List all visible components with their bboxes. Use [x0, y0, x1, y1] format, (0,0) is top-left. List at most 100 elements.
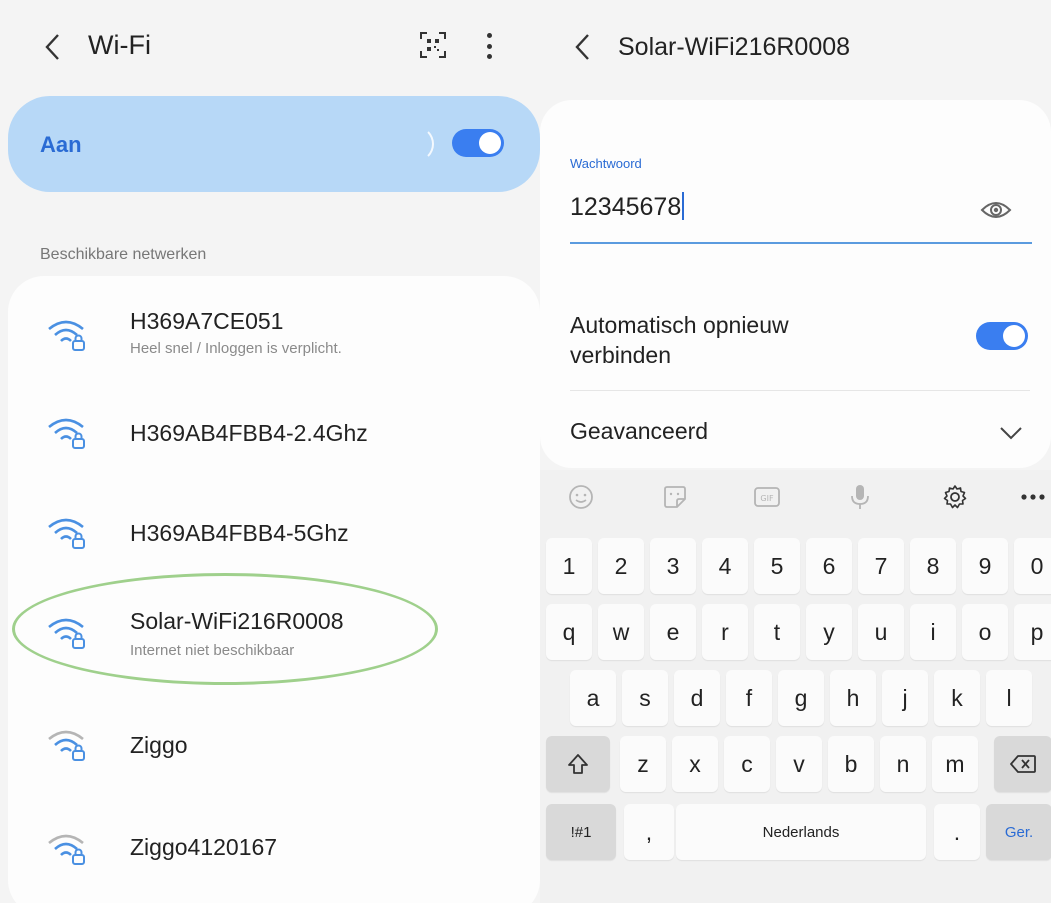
page-title: Solar-WiFi216R0008	[618, 33, 851, 61]
key-s[interactable]: s	[622, 670, 668, 726]
back-button[interactable]	[566, 30, 600, 64]
network-item-h369ab4fbb4-2-4ghz[interactable]: H369AB4FBB4-2.4Ghz	[8, 384, 540, 484]
key-x[interactable]: x	[672, 736, 718, 792]
chevron-left-icon	[575, 34, 589, 60]
divider	[570, 390, 1030, 391]
network-name: Ziggo4120167	[130, 834, 278, 860]
key-6[interactable]: 6	[806, 538, 852, 594]
password-input[interactable]: 12345678	[570, 192, 685, 222]
wifi-secured-weak-icon	[48, 730, 85, 761]
network-status: Internet niet beschikbaar	[130, 642, 295, 659]
microphone-icon[interactable]	[845, 482, 875, 512]
gif-icon[interactable]: GIF	[752, 482, 782, 512]
key-m[interactable]: m	[932, 736, 978, 792]
backspace-key[interactable]	[994, 736, 1051, 792]
key-p[interactable]: p	[1014, 604, 1051, 660]
network-status: Heel snel / Inloggen is verplicht.	[130, 340, 342, 357]
more-icon[interactable]	[1018, 482, 1048, 512]
key-y[interactable]: y	[806, 604, 852, 660]
gear-icon[interactable]	[940, 482, 970, 512]
wifi-master-toggle-row[interactable]: Aan	[8, 96, 540, 192]
key-h[interactable]: h	[830, 670, 876, 726]
key-r[interactable]: r	[702, 604, 748, 660]
wifi-secured-icon	[48, 618, 85, 649]
network-detail-screen: Solar-WiFi216R0008 Wachtwoord 12345678 A…	[540, 0, 1051, 903]
key-o[interactable]: o	[962, 604, 1008, 660]
wifi-secured-weak-icon	[48, 834, 85, 865]
show-password-icon[interactable]	[980, 198, 1012, 222]
backspace-icon	[1010, 755, 1036, 773]
key-0[interactable]: 0	[1014, 538, 1051, 594]
period-key[interactable]: .	[934, 804, 980, 860]
wifi-on-label: Aan	[40, 132, 82, 157]
password-value: 12345678	[570, 193, 682, 221]
header: Wi-Fi	[0, 0, 546, 96]
key-4[interactable]: 4	[702, 538, 748, 594]
key-l[interactable]: l	[986, 670, 1032, 726]
key-g[interactable]: g	[778, 670, 824, 726]
svg-text:GIF: GIF	[760, 494, 774, 503]
network-item-ziggo4120167[interactable]: Ziggo4120167	[8, 796, 540, 896]
shift-key[interactable]	[546, 736, 610, 792]
network-item-h369a7ce051[interactable]: H369A7CE051 Heel snel / Inloggen is verp…	[8, 290, 540, 390]
more-options-icon[interactable]	[478, 30, 500, 62]
password-label: Wachtwoord	[570, 156, 642, 171]
network-name: H369AB4FBB4-5Ghz	[130, 520, 349, 546]
comma-key[interactable]: ,	[624, 804, 674, 860]
key-d[interactable]: d	[674, 670, 720, 726]
key-j[interactable]: j	[882, 670, 928, 726]
wifi-list-screen: Wi-Fi Aan Beschikbare netwerken H369A7CE…	[0, 0, 546, 903]
key-v[interactable]: v	[776, 736, 822, 792]
network-name: H369A7CE051	[130, 308, 284, 334]
symbols-key[interactable]: !#1	[546, 804, 616, 860]
key-1[interactable]: 1	[546, 538, 592, 594]
password-underline	[570, 242, 1032, 244]
chevron-left-icon	[45, 34, 59, 60]
wifi-toggle[interactable]	[452, 129, 504, 157]
network-list: H369A7CE051 Heel snel / Inloggen is verp…	[8, 276, 540, 903]
soft-keyboard: GIF 1 2 3 4 5 6 7 8 9 0 q w e r t y u i …	[540, 470, 1051, 903]
key-n[interactable]: n	[880, 736, 926, 792]
key-3[interactable]: 3	[650, 538, 696, 594]
network-name: Ziggo	[130, 732, 188, 758]
network-settings-card: Wachtwoord 12345678 Automatisch opnieuw …	[540, 100, 1051, 468]
enter-key[interactable]: Ger.	[986, 804, 1051, 860]
key-z[interactable]: z	[620, 736, 666, 792]
page-title: Wi-Fi	[88, 30, 151, 60]
key-q[interactable]: q	[546, 604, 592, 660]
key-7[interactable]: 7	[858, 538, 904, 594]
auto-reconnect-toggle[interactable]	[976, 322, 1028, 350]
network-item-h369ab4fbb4-5ghz[interactable]: H369AB4FBB4-5Ghz	[8, 484, 540, 584]
key-8[interactable]: 8	[910, 538, 956, 594]
space-key[interactable]: Nederlands	[676, 804, 926, 860]
network-item-solar-wifi216r0008[interactable]: Solar-WiFi216R0008 Internet niet beschik…	[8, 586, 540, 686]
key-w[interactable]: w	[598, 604, 644, 660]
key-b[interactable]: b	[828, 736, 874, 792]
key-e[interactable]: e	[650, 604, 696, 660]
key-f[interactable]: f	[726, 670, 772, 726]
shift-icon	[568, 754, 588, 774]
available-networks-heading: Beschikbare netwerken	[40, 246, 207, 263]
text-cursor	[682, 192, 685, 220]
sticker-icon[interactable]	[660, 482, 690, 512]
qr-scan-icon[interactable]	[418, 30, 448, 60]
wifi-secured-icon	[48, 518, 85, 549]
key-a[interactable]: a	[570, 670, 616, 726]
key-u[interactable]: u	[858, 604, 904, 660]
key-5[interactable]: 5	[754, 538, 800, 594]
key-i[interactable]: i	[910, 604, 956, 660]
auto-reconnect-label: Automatisch opnieuw verbinden	[570, 312, 789, 368]
back-button[interactable]	[36, 30, 70, 64]
wifi-secured-icon	[48, 320, 85, 351]
key-9[interactable]: 9	[962, 538, 1008, 594]
key-t[interactable]: t	[754, 604, 800, 660]
key-c[interactable]: c	[724, 736, 770, 792]
key-2[interactable]: 2	[598, 538, 644, 594]
chevron-down-icon[interactable]	[998, 424, 1024, 442]
key-k[interactable]: k	[934, 670, 980, 726]
loading-spinner-icon	[398, 126, 434, 162]
network-name: Solar-WiFi216R0008	[130, 608, 344, 634]
advanced-label[interactable]: Geavanceerd	[570, 418, 708, 445]
network-item-ziggo[interactable]: Ziggo	[8, 696, 540, 796]
emoji-icon[interactable]	[566, 482, 596, 512]
